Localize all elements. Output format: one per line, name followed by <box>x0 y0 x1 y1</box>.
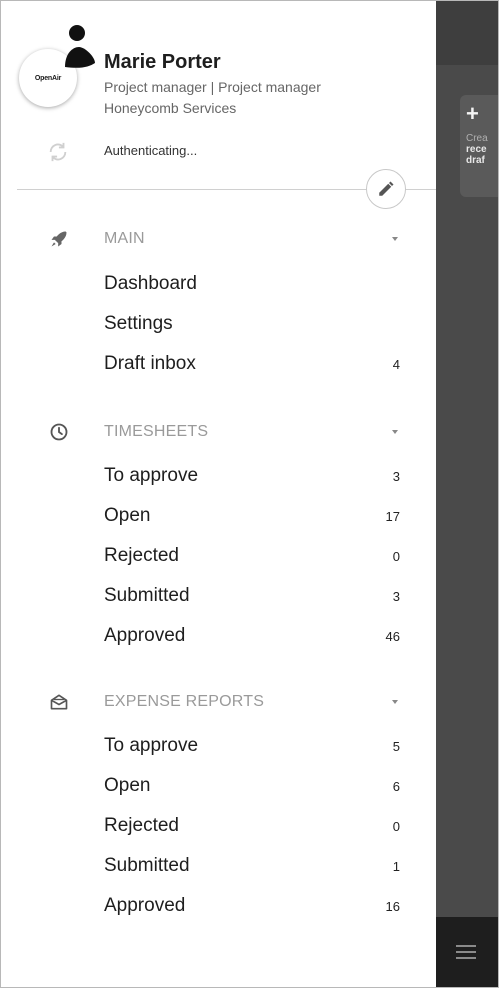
envelope-open-icon <box>50 694 68 710</box>
chevron-down-icon <box>392 700 398 704</box>
nav-item-label: Dashboard <box>104 273 197 294</box>
nav-item-expenses-submitted[interactable]: Submitted 1 <box>17 847 436 887</box>
nav-item-count: 0 <box>392 549 400 564</box>
nav-item-label: Rejected <box>104 815 179 836</box>
nav-item-label: Rejected <box>104 545 179 566</box>
nav-item-label: Settings <box>104 313 173 334</box>
nav-item-expenses-approved[interactable]: Approved 16 <box>17 887 436 927</box>
section-title-main: MAIN <box>104 230 145 247</box>
auth-status: Authenticating... <box>104 143 198 158</box>
background-bottom-bar <box>436 917 498 987</box>
section-title-expense-reports: EXPENSE REPORTS <box>104 693 265 710</box>
app-frame: + Crea rece draf OpenAir Marie Porter Pr… <box>0 0 499 988</box>
nav-item-timesheets-to-approve[interactable]: To approve 3 <box>17 457 436 497</box>
sync-icon <box>49 142 67 162</box>
nav-item-draft-inbox[interactable]: Draft inbox 4 <box>17 345 436 385</box>
nav-item-label: Submitted <box>104 855 190 876</box>
nav-item-timesheets-submitted[interactable]: Submitted 3 <box>17 577 436 617</box>
section-header-expense-reports[interactable]: EXPENSE REPORTS <box>17 684 436 724</box>
clock-icon <box>50 423 68 441</box>
nav-item-label: Draft inbox <box>104 353 196 374</box>
chevron-down-icon <box>392 237 398 241</box>
nav-item-count: 3 <box>392 589 400 604</box>
nav-item-timesheets-approved[interactable]: Approved 46 <box>17 617 436 657</box>
nav-item-timesheets-open[interactable]: Open 17 <box>17 497 436 537</box>
openair-logo: OpenAir <box>34 74 62 82</box>
nav-item-count: 5 <box>392 739 400 754</box>
user-name: Marie Porter <box>104 51 221 73</box>
nav-item-expenses-to-approve[interactable]: To approve 5 <box>17 727 436 767</box>
nav-item-count: 4 <box>392 357 400 372</box>
nav-item-settings[interactable]: Settings <box>17 305 436 345</box>
plus-icon: + <box>466 101 479 126</box>
nav-item-label: To approve <box>104 735 199 756</box>
nav-item-label: To approve <box>104 465 199 486</box>
rocket-icon <box>51 231 67 247</box>
nav-item-count: 46 <box>385 629 400 644</box>
navigation-drawer: OpenAir Marie Porter Project manager | P… <box>17 9 436 987</box>
background-card-text: Crea <box>466 133 488 144</box>
nav-item-count: 3 <box>392 469 400 484</box>
section-header-timesheets[interactable]: TIMESHEETS <box>17 414 436 454</box>
nav-item-dashboard[interactable]: Dashboard <box>17 265 436 305</box>
background-app-overlay[interactable]: + Crea rece draf <box>436 1 498 987</box>
nav-item-expenses-rejected[interactable]: Rejected 0 <box>17 807 436 847</box>
nav-item-label: Approved <box>104 895 186 916</box>
section-header-main[interactable]: MAIN <box>17 221 436 261</box>
background-top-bar <box>436 1 498 65</box>
edit-button[interactable] <box>366 169 406 209</box>
nav-item-count: 6 <box>392 779 400 794</box>
nav-item-label: Approved <box>104 625 186 646</box>
person-silhouette-icon <box>65 25 95 68</box>
background-create-card: + Crea rece draf <box>460 95 498 197</box>
nav-item-count: 16 <box>385 899 400 914</box>
nav-item-label: Submitted <box>104 585 190 606</box>
nav-item-label: Open <box>104 505 151 526</box>
nav-item-timesheets-rejected[interactable]: Rejected 0 <box>17 537 436 577</box>
chevron-down-icon <box>392 430 398 434</box>
pencil-icon <box>379 181 394 196</box>
nav-item-count: 1 <box>392 859 400 874</box>
background-card-text: rece <box>466 144 487 155</box>
background-card-text: draf <box>466 155 485 166</box>
nav-item-label: Open <box>104 775 151 796</box>
hamburger-icon <box>456 945 476 959</box>
user-role: Project manager | Project manager <box>104 79 321 95</box>
nav-item-count: 0 <box>392 819 400 834</box>
section-title-timesheets: TIMESHEETS <box>104 423 209 440</box>
nav-item-count: 17 <box>385 509 400 524</box>
nav-item-expenses-open[interactable]: Open 6 <box>17 767 436 807</box>
user-company: Honeycomb Services <box>104 100 237 116</box>
